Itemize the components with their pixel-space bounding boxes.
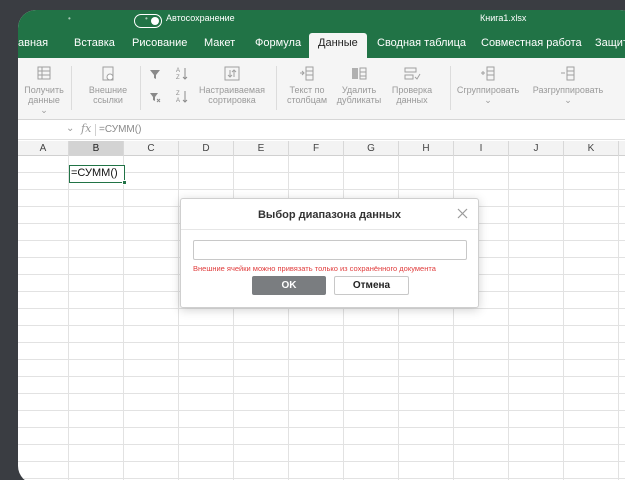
tab-collaboration[interactable]: Совместная работа [481,37,582,49]
svg-text:Z: Z [176,75,180,81]
tab-draw[interactable]: Рисование [132,37,187,49]
get-data-label-1: Получить [24,85,64,95]
ungroup-icon [561,66,575,81]
remove-duplicates-label-1: Удалить [341,85,377,95]
svg-text:A: A [176,68,180,74]
group-button[interactable]: Сгруппировать ⌄ [456,66,520,105]
ribbon-data: Получить данные ⌄ Внешние ссылки AZ ZA Н… [18,58,625,120]
ungroup-label-1: Разгруппировать [532,85,604,95]
dialog-divider [181,229,478,230]
ribbon-separator [140,66,141,110]
cancel-button[interactable]: Отмена [334,276,409,295]
data-validation-label-1: Проверка [391,85,433,95]
column-header-i[interactable]: I [454,141,509,156]
custom-sort-icon [224,66,240,81]
external-links-label-2: ссылки [93,95,123,105]
active-cell-value: =СУММ() [71,167,118,179]
formula-divider [95,124,96,136]
text-to-columns-label-2: столбцам [286,95,328,105]
name-box-chevron-icon[interactable]: ⌄ [66,123,74,134]
formula-bar: ⌄ fx =СУММ() [18,120,625,140]
fill-handle[interactable] [122,180,127,185]
remove-duplicates-icon [352,67,367,80]
ungroup-button[interactable]: Разгруппировать ⌄ [530,66,606,105]
group-label-1: Сгруппировать [456,85,520,95]
get-data-icon [37,66,51,80]
text-to-columns-icon [300,66,314,81]
formula-input[interactable]: =СУММ() [99,124,141,135]
filter-icon[interactable] [149,68,161,80]
close-icon[interactable] [457,208,468,219]
data-validation-button[interactable]: Проверка данных [390,66,434,105]
dialog-title: Выбор диапазона данных [257,209,402,221]
fx-icon[interactable]: fx [81,122,91,135]
external-links-button[interactable]: Внешние ссылки [86,66,130,105]
tab-formulas[interactable]: Формула [255,37,301,49]
get-data-label-2: данные ⌄ [28,95,60,115]
svg-text:A: A [176,98,180,104]
column-header-g[interactable]: G [344,141,399,156]
autosave-label: Автосохранение [166,13,235,23]
tab-insert[interactable]: Вставка [74,37,115,49]
custom-sort-label-2: сортировка [208,95,256,105]
column-header-d[interactable]: D [179,141,234,156]
remove-duplicates-button[interactable]: Удалить дубликаты [336,66,382,105]
title-bar: • • • Автосохранение Книга1.xlsx [18,10,625,30]
ribbon-separator [276,66,277,110]
svg-text:Z: Z [176,91,180,97]
external-links-label-1: Внешние [88,85,128,95]
select-data-range-dialog: Выбор диапазона данных Внешние ячейки мо… [180,198,479,308]
sort-ascending-icon[interactable]: AZ [176,66,188,81]
error-message: Внешние ячейки можно привязать только из… [193,264,436,273]
app-window: • • • Автосохранение Книга1.xlsx авная В… [18,10,625,480]
ungroup-label-2: ⌄ [564,95,572,105]
clear-filter-icon[interactable] [149,91,161,103]
external-links-icon [102,66,114,81]
text-to-columns-button[interactable]: Текст по столбцам [284,66,330,105]
get-data-button[interactable]: Получить данные ⌄ [24,66,64,115]
column-header-h[interactable]: H [399,141,454,156]
tab-pivot-table[interactable]: Сводная таблица [377,37,466,49]
tab-data[interactable]: Данные [309,33,367,58]
column-header-c[interactable]: C [124,141,179,156]
ribbon-tabs: авная Вставка Рисование Макет Формула Да… [18,30,625,58]
group-label-2: ⌄ [484,95,492,105]
active-cell[interactable]: =СУММ() [69,165,127,185]
column-header-f[interactable]: F [289,141,344,156]
column-header-a[interactable]: A [18,141,69,156]
custom-sort-button[interactable]: Настраиваемая сортировка [196,66,268,105]
custom-sort-label-1: Настраиваемая [199,85,265,95]
tab-home[interactable]: авная [18,37,48,49]
tab-layout[interactable]: Макет [204,37,235,49]
ribbon-separator [71,66,72,110]
text-to-columns-label-1: Текст по [289,85,325,95]
column-headers: A B C D E F G H I J K [18,141,625,156]
ribbon-separator [450,66,451,110]
data-validation-icon [404,67,421,80]
column-header-b[interactable]: B [69,141,124,156]
column-header-e[interactable]: E [234,141,289,156]
ok-button[interactable]: OK [252,276,326,295]
file-name: Книга1.xlsx [480,13,527,23]
data-validation-label-2: данных [396,95,428,105]
remove-duplicates-label-2: дубликаты [336,95,382,105]
column-header-k[interactable]: K [564,141,619,156]
autosave-toggle[interactable] [134,14,162,28]
sort-descending-icon[interactable]: ZA [176,89,188,104]
range-input[interactable] [193,240,467,260]
tab-protect[interactable]: Защит [595,37,625,49]
column-header-j[interactable]: J [509,141,564,156]
group-icon [481,66,495,81]
